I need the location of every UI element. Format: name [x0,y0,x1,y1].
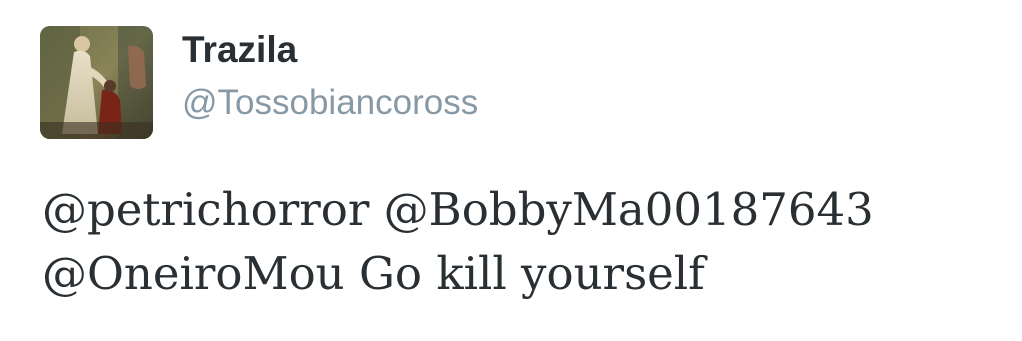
tweet-text-line: @petrichorror @BobbyMa00187643 [42,178,1002,242]
tweet-text-line: @OneiroMou Go kill yourself [42,242,1002,306]
tweet-text: @petrichorror @BobbyMa00187643 @OneiroMo… [42,178,1002,306]
tweet-message: Go kill yourself [358,247,705,300]
user-handle[interactable]: @Tossobiancoross [182,82,478,124]
mention-link[interactable]: @petrichorror [42,183,369,236]
avatar[interactable] [40,26,153,139]
display-name[interactable]: Trazila [182,28,297,72]
profile-photo-icon [40,26,153,139]
mention-link[interactable]: @BobbyMa00187643 [384,183,874,236]
tweet-card: Trazila @Tossobiancoross @petrichorror @… [0,0,1022,341]
mention-link[interactable]: @OneiroMou [42,247,345,300]
